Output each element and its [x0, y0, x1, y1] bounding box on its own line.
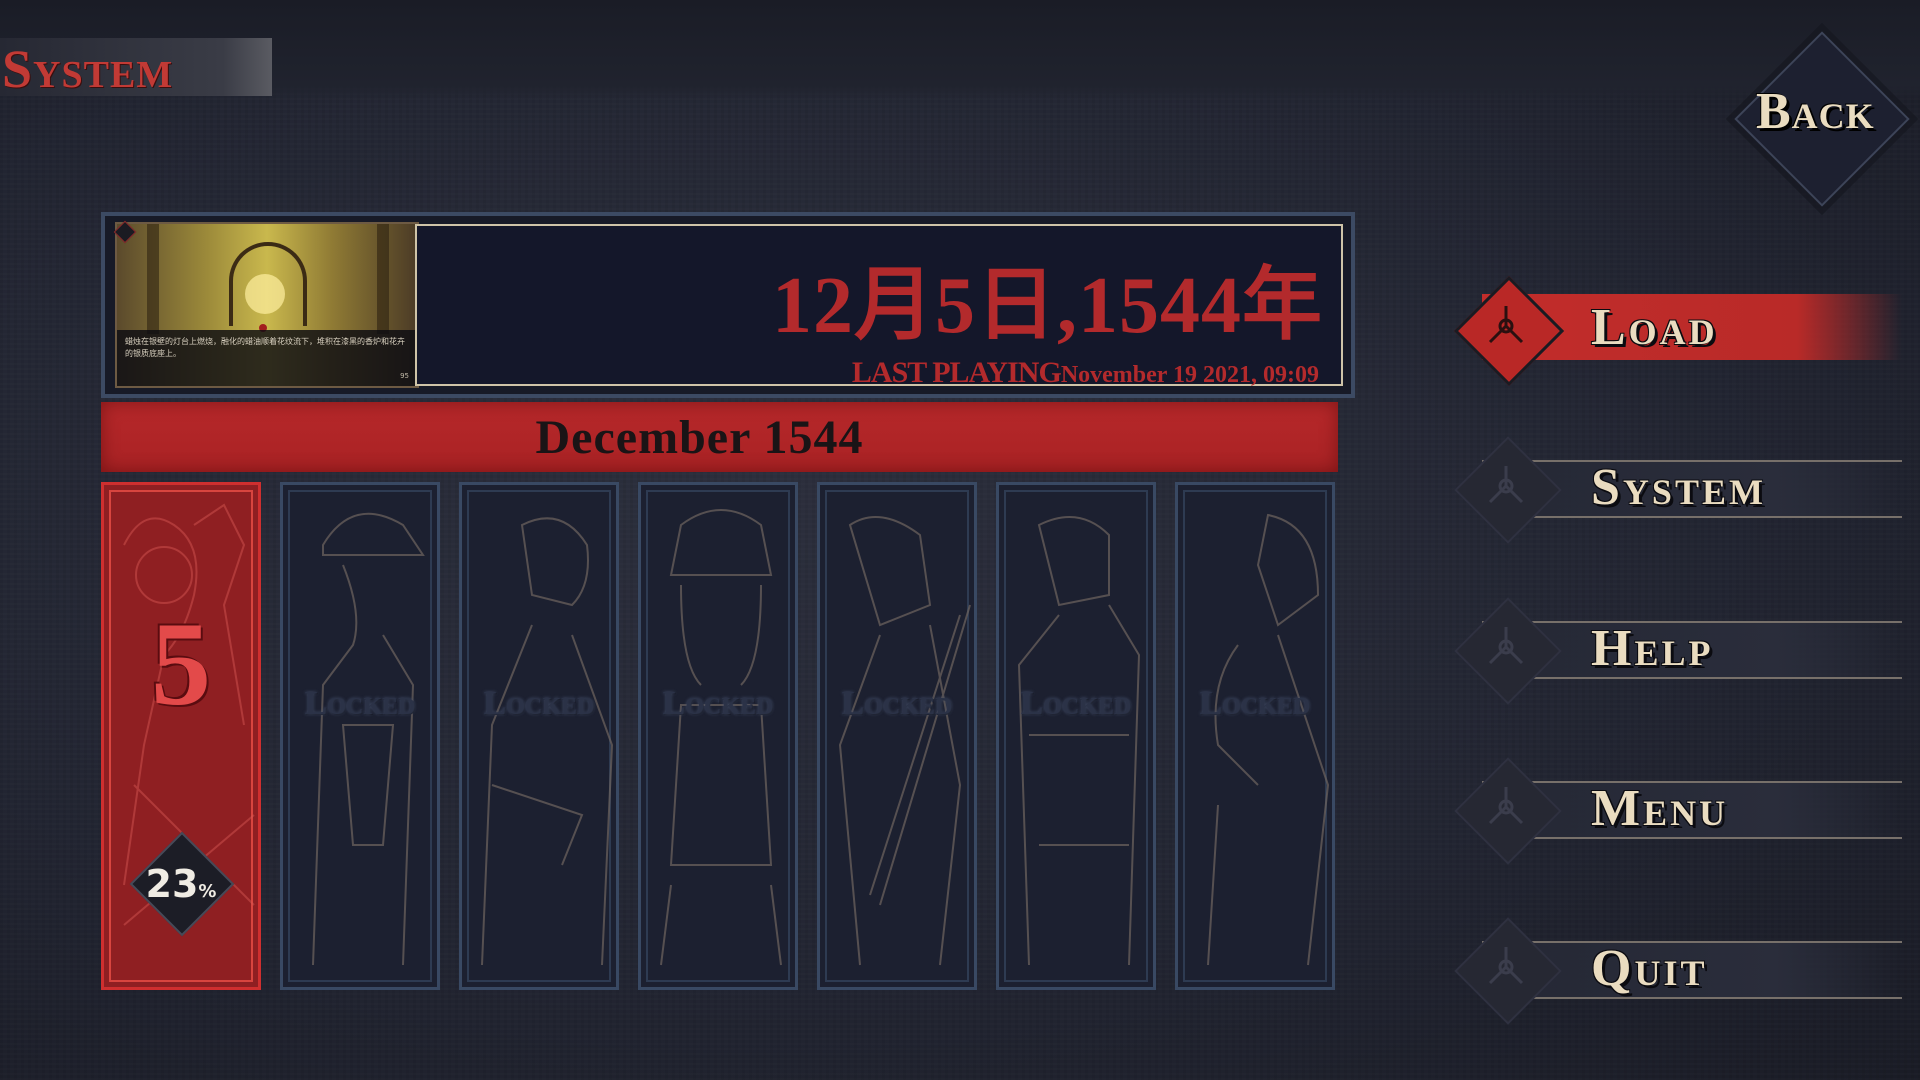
tri-blade-emblem-icon	[1488, 306, 1524, 344]
menu-load-button[interactable]: Load	[1452, 272, 1920, 387]
chapter-progress: 23%	[104, 862, 258, 906]
thumbnail-candle-glow	[245, 274, 285, 314]
locked-label: Locked	[841, 685, 953, 722]
menu-label: Help	[1591, 620, 1714, 677]
thumbnail-caption: 蜡烛在银壁的灯台上燃烧，融化的蜡油顺着花纹流下，堆积在漆黑的香炉和花卉的银质底座…	[117, 330, 417, 386]
month-banner-label: December 1544	[535, 411, 864, 464]
menu-system-button[interactable]: System	[1452, 432, 1920, 544]
screen-title: System	[2, 39, 174, 99]
chapter-card-locked[interactable]: Locked	[817, 482, 977, 990]
chapter-card-current[interactable]: 5 23%	[101, 482, 261, 990]
thumbnail-pillar	[147, 224, 159, 334]
save-date: 12月5日,1544年	[772, 262, 1323, 350]
chapter-progress-value: 23	[145, 862, 199, 906]
menu-label: System	[1591, 459, 1766, 516]
chapter-progress-unit: %	[198, 881, 217, 902]
thumbnail-page-number: 95	[400, 372, 409, 380]
chapter-card-locked[interactable]: Locked	[1175, 482, 1335, 990]
menu-label: Menu	[1591, 780, 1729, 837]
locked-label: Locked	[304, 685, 416, 722]
back-button[interactable]: Back	[1733, 30, 1910, 207]
back-button-label: Back	[1756, 83, 1875, 140]
save-thumbnail: 蜡烛在银壁的灯台上燃烧，融化的蜡油顺着花纹流下，堆积在漆黑的香炉和花卉的银质底座…	[115, 222, 419, 388]
last-playing-time: November 19 2021, 09:09	[1060, 362, 1319, 388]
locked-label: Locked	[1199, 685, 1311, 722]
chapter-card-locked[interactable]: Locked	[280, 482, 440, 990]
screen-title-plate: System	[0, 38, 272, 99]
thumbnail-pillar	[377, 224, 389, 334]
chapter-art-sketch	[660, 509, 782, 966]
last-playing: LAST PLAYINGNovember 19 2021, 09:09	[852, 358, 1319, 393]
chapter-art-sketch	[481, 517, 614, 966]
month-banner: December 1544	[101, 402, 1338, 472]
chapter-card-locked[interactable]: Locked	[638, 482, 798, 990]
chapter-number: 5	[151, 597, 211, 730]
chapter-art-sketch	[312, 512, 425, 966]
tri-blade-emblem-icon	[1488, 627, 1524, 665]
chapter-art-sketch	[838, 516, 971, 966]
locked-label: Locked	[662, 685, 774, 722]
locked-label: Locked	[1020, 685, 1132, 722]
tri-blade-emblem-icon	[1488, 947, 1524, 985]
last-playing-label: LAST PLAYING	[851, 356, 1062, 389]
menu-label: Quit	[1591, 940, 1708, 997]
menu-help-button[interactable]: Help	[1452, 593, 1920, 705]
save-info-frame: 12月5日,1544年 LAST PLAYINGNovember 19 2021…	[415, 224, 1343, 388]
tri-blade-emblem-icon	[1488, 466, 1524, 504]
save-slot-card[interactable]: 蜡烛在银壁的灯台上燃烧，融化的蜡油顺着花纹流下，堆积在漆黑的香炉和花卉的银质底座…	[101, 212, 1355, 398]
locked-label: Locked	[483, 685, 595, 722]
menu-label: Load	[1591, 299, 1718, 356]
chapter-card-locked[interactable]: Locked	[996, 482, 1156, 990]
chapter-card-locked[interactable]: Locked	[459, 482, 619, 990]
chapter-art-sketch	[1207, 513, 1330, 966]
tri-blade-emblem-icon	[1488, 787, 1524, 825]
top-bar	[0, 0, 1920, 100]
chapter-art-sketch	[1017, 516, 1141, 966]
menu-menu-button[interactable]: Menu	[1452, 753, 1920, 865]
menu-quit-button[interactable]: Quit	[1452, 913, 1920, 1025]
